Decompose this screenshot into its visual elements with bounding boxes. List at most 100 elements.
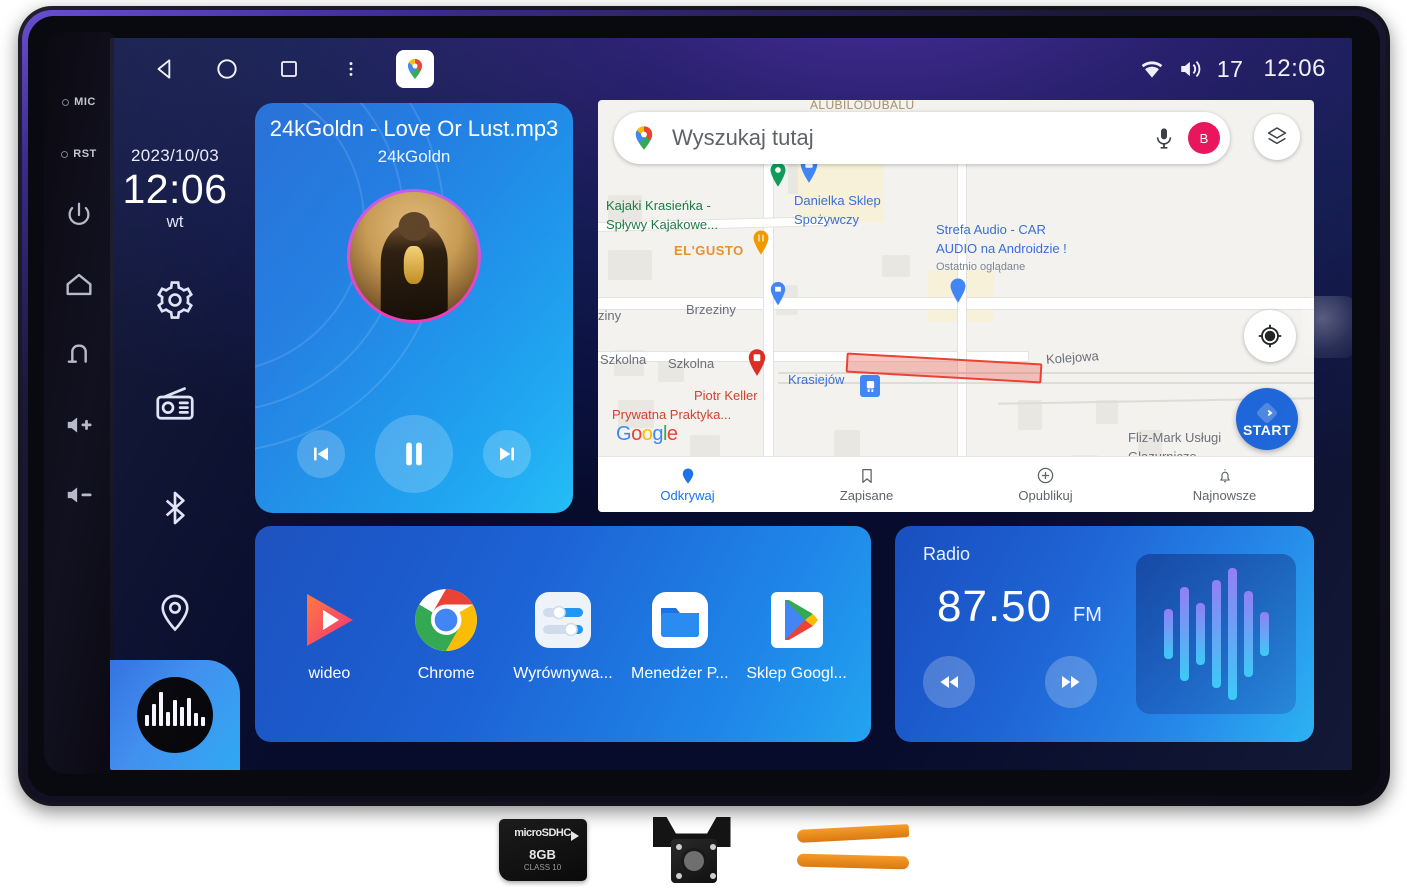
map-label-strefa-2: AUDIO na Androidzie ! — [936, 241, 1067, 256]
search-input[interactable]: Wyszukaj tutaj — [672, 125, 1152, 151]
map-nav-najnowsze[interactable]: Najnowsze — [1135, 467, 1314, 503]
map-label-kolejowa: Kolejowa — [1045, 348, 1100, 367]
reset-pinhole[interactable]: RST — [44, 128, 114, 180]
android-home-button[interactable] — [196, 43, 258, 95]
my-location-button[interactable] — [1244, 310, 1296, 362]
circle-icon — [217, 59, 237, 79]
map-label-danielka-1: Danielka Sklep — [794, 193, 881, 208]
map-nav-najnowsze-label: Najnowsze — [1192, 487, 1257, 503]
map-nav-zapisane[interactable]: Zapisane — [777, 467, 956, 503]
poi-pin-kajaki[interactable] — [768, 162, 788, 188]
volume-knob-nub[interactable] — [1302, 296, 1352, 358]
speaker-icon[interactable] — [1177, 56, 1205, 82]
player-controls — [255, 415, 573, 493]
poi-pin-restaurant[interactable] — [751, 230, 771, 256]
micro-sd-card: microSDHC 8GB CLASS 10 — [498, 819, 587, 881]
power-button[interactable] — [44, 180, 114, 250]
sidebar-item-bluetooth[interactable] — [110, 456, 240, 560]
android-back-button[interactable] — [134, 43, 196, 95]
hardware-button-strip: MIC RST — [44, 32, 114, 774]
map-layers-icon — [1267, 127, 1287, 145]
sidebar-item-radio[interactable] — [110, 352, 240, 456]
map-nav-odkrywaj[interactable]: Odkrywaj — [598, 467, 777, 503]
map-label-danielka-2: Spożywczy — [794, 212, 860, 227]
back-button[interactable] — [44, 320, 114, 390]
map-nav-odkrywaj-label: Odkrywaj — [660, 487, 715, 503]
map-label-keller-2: Prywatna Praktyka... — [612, 407, 732, 422]
rail-weekday: wt — [166, 211, 184, 231]
google-maps-card[interactable]: ALUBILODUBALU Kajaki Krasieńka - Spływy … — [598, 100, 1314, 512]
sd-brand-label: microSDHC — [514, 827, 571, 839]
home-icon — [66, 273, 92, 296]
album-art — [350, 192, 478, 320]
camera-led — [709, 873, 716, 879]
home-button[interactable] — [44, 250, 114, 320]
android-recents-button[interactable] — [258, 43, 320, 95]
map-label-strefa-sub: Ostatnio oglądane — [936, 261, 1026, 273]
map-nav-opublikuj[interactable]: Opublikuj — [956, 466, 1135, 503]
map-label-brzeziny: Brzeziny — [686, 302, 736, 317]
microphone-icon[interactable] — [1152, 125, 1176, 151]
rail-date: 2023/10/03 — [130, 146, 220, 165]
wifi-icon[interactable] — [1139, 56, 1165, 82]
app-shortcut-file-manager[interactable]: Menedżer P... — [628, 585, 732, 683]
radio-icon — [156, 386, 194, 420]
video-player-icon — [294, 585, 364, 655]
app-shortcut-play-store[interactable]: Sklep Googl... — [745, 585, 849, 683]
volume-up-button[interactable] — [44, 390, 114, 460]
google-attribution: Google — [616, 423, 678, 445]
app-shortcut-file-manager-label: Menedżer P... — [631, 665, 729, 682]
music-shortcut-tile[interactable] — [110, 660, 240, 770]
map-search-bar[interactable]: Wyszukaj tutaj B — [614, 112, 1230, 164]
radio-band: FM — [1073, 604, 1102, 626]
previous-track-button[interactable] — [297, 430, 345, 478]
map-layers-button[interactable] — [1254, 114, 1300, 160]
map-nav-zapisane-label: Zapisane — [839, 487, 894, 503]
skip-previous-icon — [314, 447, 328, 461]
album-art-ring — [347, 189, 481, 323]
android-overflow-button[interactable] — [320, 43, 382, 95]
map-label-szkolna-1: Szkolna — [600, 352, 647, 367]
avatar[interactable]: B — [1188, 122, 1220, 154]
back-icon — [67, 344, 87, 363]
android-status-bar: 17 12:06 — [110, 38, 1352, 100]
head-unit-screen: 17 12:06 2023/10/03 12:06 wt 24kGoldn - … — [110, 38, 1352, 770]
poi-pin-shop[interactable] — [768, 282, 788, 306]
sidebar-item-settings[interactable] — [110, 248, 240, 352]
pause-icon — [406, 442, 422, 466]
status-bar-right: 17 12:06 — [1139, 55, 1326, 83]
radio-next-button[interactable] — [1045, 656, 1097, 708]
poi-transit-krasiejow[interactable] — [860, 375, 880, 397]
sd-class-label: CLASS 10 — [523, 863, 562, 872]
map-label-kajaki-1: Kajaki Krasieńka - — [606, 198, 711, 213]
album-art-chain — [403, 245, 425, 285]
poi-pin-park[interactable] — [948, 278, 968, 304]
volume-down-button[interactable] — [44, 460, 114, 530]
active-app-maps-chip[interactable] — [396, 50, 434, 88]
start-navigation-button[interactable]: START — [1236, 388, 1298, 450]
next-track-button[interactable] — [483, 430, 531, 478]
app-shortcut-chrome[interactable]: Chrome — [394, 585, 498, 683]
app-shortcut-wideo[interactable]: wideo — [277, 585, 381, 683]
poi-pin-clinic[interactable] — [746, 348, 768, 378]
app-shortcuts-panel: wideo Chrome Wyrównywa... Menedżer P... … — [255, 526, 871, 742]
rail-icon-list — [110, 248, 240, 664]
map-cut-off-label: ALUBILODUBALU — [810, 100, 915, 112]
album-art-head — [398, 212, 430, 241]
file-manager-folder-icon — [645, 585, 715, 655]
app-shortcut-equalizer-label: Wyrównywa... — [513, 665, 613, 682]
app-shortcut-equalizer[interactable]: Wyrównywa... — [511, 585, 615, 683]
equalizer-icon — [528, 585, 598, 655]
map-label-kajaki-2: Spływy Kajakowe... — [606, 217, 718, 232]
google-maps-pin-icon — [635, 126, 653, 150]
radio-panel[interactable]: Radio 87.50 FM — [895, 526, 1314, 742]
pry-tool-lower — [796, 853, 909, 870]
volume-down-icon — [67, 487, 92, 503]
bluetooth-icon — [165, 491, 185, 524]
radio-title: Radio — [923, 544, 971, 564]
music-player-card[interactable]: 24kGoldn - Love Or Lust.mp3 24kGoldn — [255, 103, 573, 513]
radio-frequency: 87.50 — [937, 582, 1053, 631]
sidebar-item-navigation[interactable] — [110, 560, 240, 664]
radio-prev-button[interactable] — [923, 656, 975, 708]
play-pause-button[interactable] — [375, 415, 453, 493]
